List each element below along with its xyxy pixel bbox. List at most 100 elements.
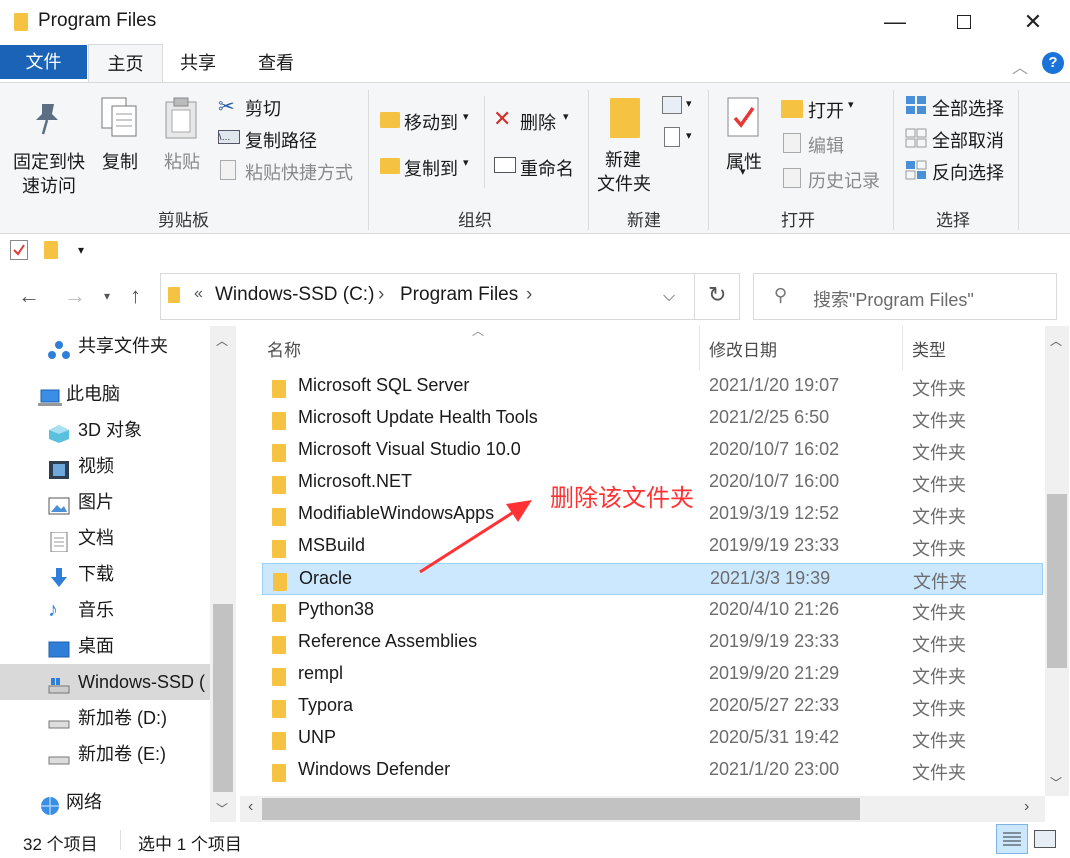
delete-button[interactable]: 删除 [520, 109, 556, 135]
paste-shortcut-button[interactable]: 粘贴快捷方式 [245, 159, 353, 185]
nav-item-music[interactable]: ♪ 音乐 [0, 592, 210, 628]
edit-button[interactable]: 编辑 [808, 132, 844, 158]
breadcrumb-separator[interactable]: › [526, 284, 532, 306]
back-arrow-icon[interactable]: ← [18, 283, 40, 309]
tab-share[interactable]: 共享 [180, 50, 216, 82]
nav-item-windows-ssd[interactable]: Windows-SSD ( [0, 664, 210, 700]
rename-button[interactable]: 重命名 [520, 155, 574, 181]
nav-item-pictures[interactable]: 图片 [0, 484, 210, 520]
breadcrumb-separator[interactable]: › [378, 284, 384, 306]
nav-item-3d-objects[interactable]: 3D 对象 [0, 412, 210, 448]
move-to-button[interactable]: 移动到 [404, 109, 458, 135]
file-row[interactable]: Windows Defender 2021/1/20 23:00 文件夹 [262, 755, 1043, 787]
column-header-modified[interactable]: 修改日期 [709, 336, 777, 361]
file-type: 文件夹 [912, 763, 966, 783]
help-icon[interactable]: ? [1042, 52, 1064, 74]
column-header-name[interactable]: 名称 [267, 336, 301, 361]
file-row[interactable]: Python38 2020/4/10 21:26 文件夹 [262, 595, 1043, 627]
file-row[interactable]: Microsoft Visual Studio 10.0 2020/10/7 16… [262, 435, 1043, 467]
file-name: Microsoft Update Health Tools [298, 407, 538, 427]
open-button[interactable]: 打开 [808, 97, 844, 123]
new-folder-label-1[interactable]: 新建 [605, 146, 641, 172]
horizontal-scrollbar-thumb[interactable] [262, 798, 860, 820]
nav-scrollbar-thumb[interactable] [213, 604, 233, 792]
copy-to-button[interactable]: 复制到 [404, 155, 458, 181]
scroll-right-icon[interactable]: › [1024, 798, 1029, 816]
new-folder-label-2[interactable]: 文件夹 [597, 170, 651, 196]
pin-quick-access-label-1[interactable]: 固定到快 [13, 148, 85, 174]
column-header-type[interactable]: 类型 [912, 336, 946, 361]
scroll-up-icon[interactable]: ︿ [1050, 332, 1062, 349]
nav-item-downloads[interactable]: 下载 [0, 556, 210, 592]
close-button[interactable]: ✕ [1013, 6, 1053, 38]
select-none-button[interactable]: 全部取消 [932, 127, 1004, 153]
recent-locations-icon[interactable]: ▾ [104, 289, 110, 303]
tab-file[interactable]: 文件 [0, 45, 87, 79]
breadcrumb-program-files[interactable]: Program Files [400, 284, 518, 306]
scissors-icon: ✂ [218, 96, 235, 118]
select-group-label: 选择 [936, 211, 970, 230]
status-bar: 32 个项目 选中 1 个项目 [0, 822, 1070, 858]
nav-item-network[interactable]: 网络 [0, 784, 210, 820]
properties-icon[interactable] [10, 240, 28, 260]
customize-toolbar-icon[interactable]: ▾ [78, 243, 84, 257]
cut-button[interactable]: 剪切 [245, 95, 281, 121]
invert-selection-button[interactable]: 反向选择 [932, 159, 1004, 185]
horizontal-scrollbar[interactable]: ‹ › [240, 796, 1045, 822]
nav-item-documents[interactable]: 文档 [0, 520, 210, 556]
file-row[interactable]: Typora 2020/5/27 22:33 文件夹 [262, 691, 1043, 723]
file-row[interactable]: MSBuild 2019/9/19 23:33 文件夹 [262, 531, 1043, 563]
collapse-ribbon-icon[interactable]: ︿ [1012, 54, 1028, 78]
maximize-button[interactable] [944, 6, 984, 38]
file-list-scrollbar-thumb[interactable] [1047, 494, 1067, 668]
tab-home[interactable]: 主页 [88, 44, 163, 84]
copy-button[interactable]: 复制 [102, 148, 138, 174]
search-input[interactable]: 搜索"Program Files" [813, 286, 974, 312]
copy-path-button[interactable]: 复制路径 [245, 127, 317, 153]
folder-icon[interactable] [44, 241, 58, 259]
pin-quick-access-label-2[interactable]: 速访问 [22, 172, 76, 198]
breadcrumb-overflow[interactable]: « [194, 285, 203, 303]
nav-item-drive-e[interactable]: 新加卷 (E:) [0, 736, 210, 772]
paste-button[interactable]: 粘贴 [164, 148, 200, 174]
forward-arrow-icon[interactable]: → [64, 283, 86, 309]
file-row[interactable]: Microsoft Update Health Tools 2021/2/25 6… [262, 403, 1043, 435]
details-view-button[interactable] [996, 824, 1028, 854]
file-name: Windows Defender [298, 759, 451, 779]
select-none-icon [905, 128, 927, 148]
file-list-scrollbar[interactable]: ︿ ﹀ [1045, 326, 1069, 796]
history-button[interactable]: 历史记录 [808, 167, 880, 193]
file-row[interactable]: Microsoft SQL Server 2021/1/20 19:07 文件夹 [262, 371, 1043, 403]
nav-item-drive-d[interactable]: 新加卷 (D:) [0, 700, 210, 736]
nav-item-this-pc[interactable]: 此电脑 [0, 376, 210, 412]
column-divider[interactable] [902, 326, 903, 370]
file-row[interactable]: UNP 2020/5/31 19:42 文件夹 [262, 723, 1043, 755]
address-dropdown-icon[interactable]: ⌵ [663, 288, 675, 306]
large-icons-view-button[interactable] [1034, 830, 1056, 848]
refresh-button[interactable]: ↻ [694, 273, 740, 320]
file-row[interactable]: Reference Assemblies 2019/9/19 23:33 文件夹 [262, 627, 1043, 659]
scroll-down-icon[interactable]: ﹀ [216, 800, 228, 817]
up-arrow-icon[interactable]: ↑ [130, 283, 141, 309]
file-row[interactable]: rempl 2019/9/20 21:29 文件夹 [262, 659, 1043, 691]
file-type: 文件夹 [912, 379, 966, 399]
nav-item-videos[interactable]: 视频 [0, 448, 210, 484]
download-icon [48, 564, 70, 587]
file-name: Oracle [299, 568, 353, 588]
breadcrumb-drive[interactable]: Windows-SSD (C:) [215, 284, 374, 306]
scroll-down-icon[interactable]: ﹀ [1050, 774, 1062, 791]
nav-item-shared-folders[interactable]: 共享文件夹 [0, 328, 210, 364]
minimize-button[interactable]: — [875, 6, 915, 38]
nav-item-desktop[interactable]: 桌面 [0, 628, 210, 664]
file-row[interactable]: Oracle 2021/3/3 19:39 文件夹 [262, 563, 1043, 595]
column-divider[interactable] [699, 326, 700, 370]
scroll-up-icon[interactable]: ︿ [216, 332, 228, 349]
details-view-icon [1003, 832, 1021, 846]
tab-view[interactable]: 查看 [258, 50, 294, 82]
new-item-icon[interactable] [662, 96, 682, 114]
scroll-left-icon[interactable]: ‹ [248, 798, 253, 816]
select-all-button[interactable]: 全部选择 [932, 95, 1004, 121]
nav-scrollbar[interactable]: ︿ ﹀ [210, 326, 236, 822]
easy-access-icon[interactable] [664, 127, 680, 147]
open-group-label: 打开 [781, 211, 815, 230]
